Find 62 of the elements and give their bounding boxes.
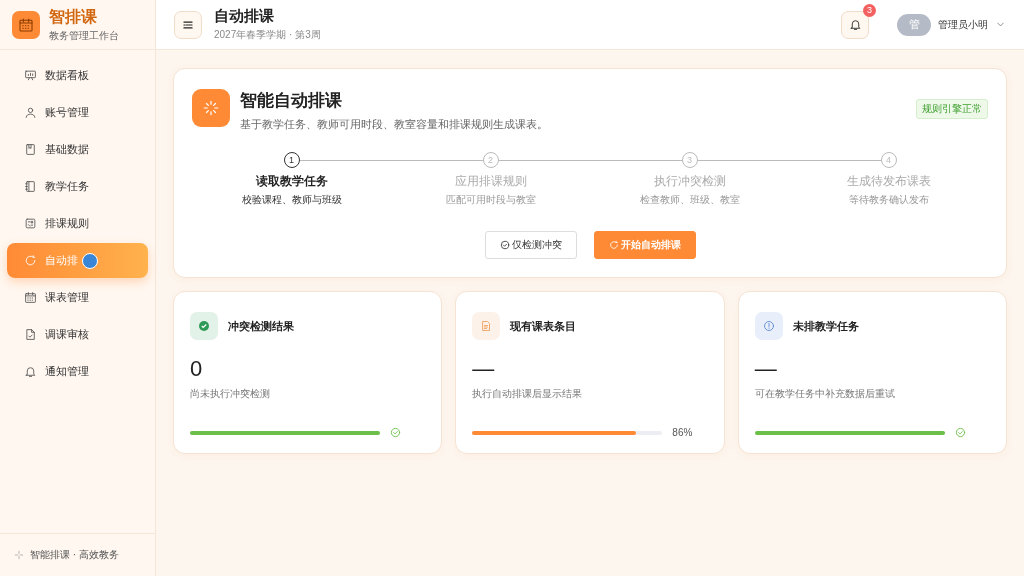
refresh-icon xyxy=(24,254,37,267)
bell-icon xyxy=(848,18,862,31)
card-title: 未排教学任务 xyxy=(792,318,859,334)
cursor-dot xyxy=(82,252,98,269)
check-circle-icon xyxy=(499,240,510,250)
logo-icon xyxy=(12,10,40,39)
check-circle-icon xyxy=(954,427,966,438)
card-title: 冲突检测结果 xyxy=(228,318,294,334)
card-value: — xyxy=(754,356,778,383)
user-icon xyxy=(24,106,37,119)
step-detail: 等待教务确认发布 xyxy=(848,193,929,207)
check-circle-icon xyxy=(390,427,401,438)
sidebar-item[interactable]: 基础数据 xyxy=(7,132,148,167)
card-note: 可在教学任务中补充数据后重试 xyxy=(754,387,896,401)
bell-icon xyxy=(24,365,37,378)
step-number: 2 xyxy=(482,152,499,168)
card-note: 执行自动排课后显示结果 xyxy=(472,387,584,401)
hero-title: 智能自动排课 xyxy=(240,90,343,112)
card-title: 现有课表条目 xyxy=(510,318,577,334)
step-number: 3 xyxy=(681,152,698,168)
brand-name: 智排课 xyxy=(49,6,98,27)
check-circle-icon xyxy=(198,320,210,332)
sidebar-item[interactable]: 教学任务 xyxy=(7,169,148,204)
hero-description: 基于教学任务、教师可用时段、教室容量和排课规则生成课表。 xyxy=(240,117,548,132)
sidebar-item[interactable]: 通知管理 xyxy=(7,354,148,389)
step-title: 读取教学任务 xyxy=(255,174,328,189)
notebook-icon xyxy=(24,180,37,193)
menu-button[interactable] xyxy=(174,10,202,39)
sidebar-item[interactable]: 调课审核 xyxy=(7,317,148,352)
page-title: 自动排课 xyxy=(214,7,275,26)
footer-text: 智能排课 · 高效教务 xyxy=(30,548,119,562)
sidebar-item[interactable]: 课表管理 xyxy=(7,280,148,315)
rules-icon xyxy=(24,217,37,230)
step-detail: 匹配可用时段与教室 xyxy=(445,193,536,207)
step-title: 应用排课规则 xyxy=(454,174,527,189)
notification-badge: 3 xyxy=(863,3,876,17)
sidebar-item[interactable]: 数据看板 xyxy=(7,58,148,93)
calendar-icon xyxy=(24,291,37,304)
document-icon xyxy=(480,320,493,332)
progress-reading: 86% xyxy=(672,427,693,438)
refresh-icon xyxy=(608,240,619,250)
status-badge: 规则引擎正常 xyxy=(916,99,988,119)
card-value: 0 xyxy=(190,356,204,383)
step-detail: 校验课程、教师与班级 xyxy=(241,193,342,207)
presentation-board-icon xyxy=(24,69,37,82)
sidebar-item[interactable]: 排课规则 xyxy=(7,206,148,241)
step-title: 生成待发布课表 xyxy=(846,174,931,189)
check-conflicts-button[interactable]: 仅检测冲突 xyxy=(484,231,577,259)
book-icon xyxy=(24,143,37,156)
user-name[interactable]: 管理员小明 xyxy=(938,17,988,32)
step-number: 1 xyxy=(283,152,300,168)
card-value: — xyxy=(472,356,496,383)
step-number: 4 xyxy=(880,152,897,168)
file-check-icon xyxy=(24,328,37,341)
step-detail: 检查教师、班级、教室 xyxy=(639,193,740,207)
info-icon xyxy=(762,320,775,332)
sidebar-item[interactable]: 账号管理 xyxy=(7,95,148,130)
notification-button[interactable] xyxy=(841,10,869,39)
step-title: 执行冲突检测 xyxy=(653,174,726,189)
card-note: 尚未执行冲突检测 xyxy=(190,387,271,401)
page-subtitle: 2027年春季学期 · 第3周 xyxy=(214,28,321,42)
brand-subtitle: 教务管理工作台 xyxy=(49,28,119,43)
